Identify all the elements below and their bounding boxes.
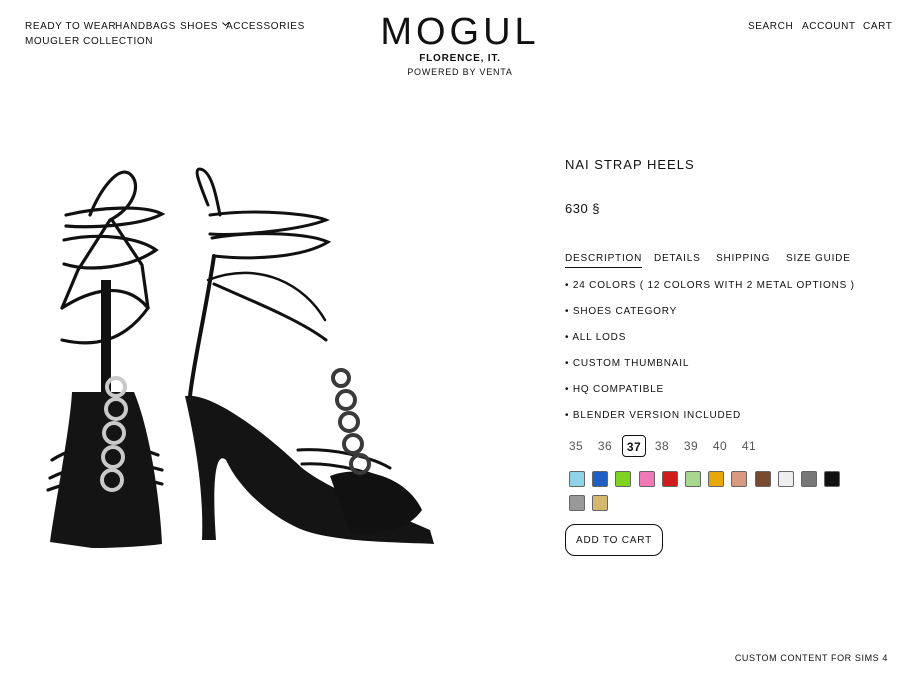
- brand-logo[interactable]: MOGUL: [0, 10, 920, 54]
- color-swatch[interactable]: [592, 495, 609, 511]
- size-option-39[interactable]: 39: [679, 435, 703, 457]
- color-swatch[interactable]: [569, 495, 585, 511]
- side-metal-rings: [331, 368, 371, 475]
- color-swatch[interactable]: [592, 471, 609, 487]
- color-swatch[interactable]: [615, 471, 632, 487]
- size-option-35[interactable]: 35: [564, 435, 588, 457]
- brand-location: FLORENCE, IT.: [419, 53, 501, 64]
- add-to-cart-button[interactable]: ADD TO CART: [565, 524, 663, 556]
- tab-shipping[interactable]: SHIPPING: [716, 253, 770, 267]
- description-item: • ALL LODS: [565, 332, 627, 343]
- size-option-38[interactable]: 38: [650, 435, 674, 457]
- footer-text: CUSTOM CONTENT FOR SIMS 4: [734, 653, 888, 663]
- product-title: NAI STRAP HEELS: [565, 157, 695, 172]
- description-item: • BLENDER VERSION INCLUDED: [565, 410, 741, 421]
- size-option-40[interactable]: 40: [708, 435, 732, 457]
- color-swatch[interactable]: [731, 471, 748, 487]
- color-swatch[interactable]: [569, 471, 585, 487]
- size-option-41[interactable]: 41: [737, 435, 761, 457]
- color-swatch[interactable]: [685, 471, 701, 487]
- tab-description[interactable]: DESCRIPTION: [565, 253, 643, 268]
- color-swatch[interactable]: [661, 471, 678, 487]
- color-swatch[interactable]: [638, 471, 655, 487]
- tab-size-guide[interactable]: SIZE GUIDE: [786, 253, 851, 267]
- description-item: • CUSTOM THUMBNAIL: [565, 358, 690, 369]
- size-option-36[interactable]: 36: [593, 435, 617, 457]
- description-item: • SHOES CATEGORY: [565, 306, 678, 317]
- description-item: • HQ COMPATIBLE: [565, 384, 665, 395]
- color-swatch[interactable]: [801, 471, 817, 487]
- description-item: • 24 COLORS ( 12 COLORS WITH 2 METAL OPT…: [565, 280, 855, 291]
- brand-powered-by: POWERED BY VENTA: [407, 67, 513, 77]
- color-swatch[interactable]: [824, 471, 841, 487]
- product-price: 630 §: [565, 201, 601, 216]
- tab-details[interactable]: DETAILS: [654, 253, 701, 267]
- color-swatch[interactable]: [754, 471, 771, 487]
- color-swatch[interactable]: [777, 471, 794, 487]
- product-image: [46, 167, 434, 548]
- color-swatch[interactable]: [708, 471, 725, 487]
- size-option-37[interactable]: 37: [622, 435, 646, 457]
